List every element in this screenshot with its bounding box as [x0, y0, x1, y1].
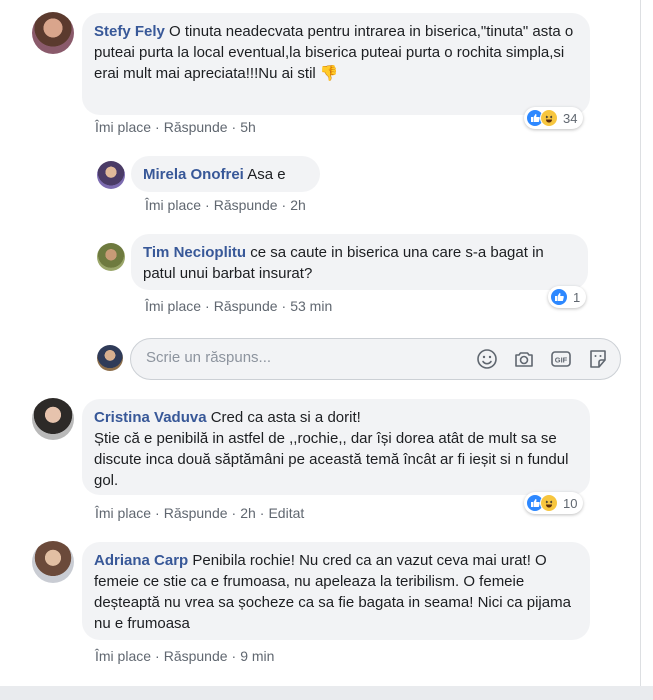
current-user-avatar: [97, 345, 123, 371]
camera-icon[interactable]: [512, 347, 536, 371]
comment-actions: Îmi place · Răspunde · 2h · Editat: [95, 505, 305, 521]
edited-label[interactable]: Editat: [268, 505, 304, 521]
reaction-summary[interactable]: 1: [548, 286, 587, 308]
reply-input[interactable]: Scrie un răspuns... GIF: [130, 338, 621, 380]
svg-text:GIF: GIF: [555, 356, 568, 365]
comment-actions: Îmi place · Răspunde · 9 min: [95, 648, 275, 664]
reply-link[interactable]: Răspunde: [214, 197, 278, 213]
reply-link[interactable]: Răspunde: [214, 298, 278, 314]
avatar[interactable]: [32, 541, 74, 583]
comment-text-continued: Știe că e penibilă in astfel de ,,rochie…: [94, 430, 569, 489]
like-link[interactable]: Îmi place: [95, 505, 151, 521]
timestamp[interactable]: 53 min: [290, 298, 332, 314]
avatar[interactable]: [97, 161, 125, 189]
thumbs-down-emoji: 👎: [319, 65, 339, 82]
reaction-count: 34: [563, 110, 578, 126]
haha-reaction-icon: [540, 494, 558, 512]
reply-placeholder: Scrie un răspuns...: [146, 349, 272, 366]
like-link[interactable]: Îmi place: [95, 648, 151, 664]
like-link[interactable]: Îmi place: [145, 197, 201, 213]
gif-icon[interactable]: GIF: [549, 347, 573, 371]
comment-bubble: Cristina Vaduva Cred ca asta si a dorit!…: [82, 399, 590, 495]
avatar[interactable]: [97, 243, 125, 271]
comment-author[interactable]: Stefy Fely: [94, 23, 165, 40]
avatar[interactable]: [32, 12, 74, 54]
comment-actions: Îmi place · Răspunde · 2h: [145, 197, 306, 213]
comment-text: Asa e: [247, 166, 286, 183]
comment-actions: Îmi place · Răspunde · 5h: [95, 119, 256, 135]
comment-author[interactable]: Adriana Carp: [94, 552, 188, 569]
reaction-count: 1: [573, 289, 581, 305]
reply-link[interactable]: Răspunde: [164, 505, 228, 521]
reply-link[interactable]: Răspunde: [164, 119, 228, 135]
comment-bubble: Adriana Carp Penibila rochie! Nu cred ca…: [82, 542, 590, 640]
comment-author[interactable]: Cristina Vaduva: [94, 409, 207, 426]
timestamp[interactable]: 5h: [240, 119, 256, 135]
timestamp[interactable]: 2h: [290, 197, 306, 213]
avatar[interactable]: [32, 398, 74, 440]
reply-link[interactable]: Răspunde: [164, 648, 228, 664]
comment-text: Cred ca asta si a dorit!: [210, 409, 361, 426]
like-reaction-icon: [550, 288, 568, 306]
comment-bubble: Stefy Fely O tinuta neadecvata pentru in…: [82, 13, 590, 115]
reaction-count: 10: [563, 495, 578, 511]
reaction-summary[interactable]: 10: [524, 492, 584, 514]
comment-actions: Îmi place · Răspunde · 53 min: [145, 298, 333, 314]
timestamp[interactable]: 2h: [240, 505, 256, 521]
sticker-icon[interactable]: [586, 347, 610, 371]
comment-bubble: Mirela Onofrei Asa e: [131, 156, 320, 192]
comment-author[interactable]: Mirela Onofrei: [143, 166, 244, 183]
comment-author[interactable]: Tim Necioplitu: [143, 244, 246, 261]
like-link[interactable]: Îmi place: [95, 119, 151, 135]
haha-reaction-icon: [540, 109, 558, 127]
timestamp[interactable]: 9 min: [240, 648, 274, 664]
comment-bubble: Tim Necioplitu ce sa caute in biserica u…: [131, 234, 588, 290]
smiley-icon[interactable]: [475, 347, 499, 371]
like-link[interactable]: Îmi place: [145, 298, 201, 314]
reaction-summary[interactable]: 34: [524, 107, 584, 129]
page-bottom-strip: [0, 686, 653, 700]
